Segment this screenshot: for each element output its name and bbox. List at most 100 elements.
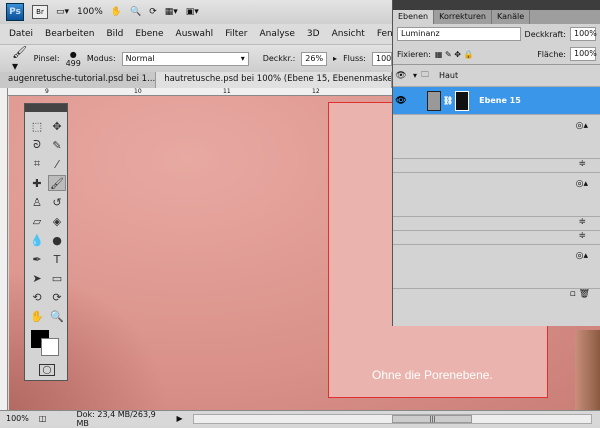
chevron-down-icon: ▾ — [240, 53, 245, 63]
horizontal-ruler: 9 10 11 12 — [8, 88, 392, 96]
visibility-eye-icon[interactable]: 👁 — [393, 96, 409, 106]
ruler-tick: 10 — [134, 88, 142, 95]
3d-rotate-tool-icon[interactable]: ⟲ — [28, 289, 46, 305]
layer-mask-thumbnail[interactable] — [455, 90, 470, 111]
opacity-input[interactable]: 26% — [301, 51, 328, 66]
layer-style-icon[interactable]: ◎▴ — [576, 251, 588, 261]
panel-footer: ▫ 🗑 — [393, 289, 600, 299]
dodge-tool-icon[interactable]: ● — [48, 232, 66, 248]
mode-label: Modus: — [86, 54, 116, 63]
menu-bearbeiten[interactable]: Bearbeiten — [45, 29, 94, 39]
background-color-swatch[interactable] — [41, 338, 59, 356]
zoom-level-dropdown[interactable]: 100% — [77, 7, 103, 17]
fill-input[interactable]: 100% — [570, 47, 597, 61]
tab-augenretusche[interactable]: augenretusche-tutorial.psd bei 1... × — [0, 72, 157, 88]
menu-bild[interactable]: Bild — [106, 29, 123, 39]
screen-layout-icon[interactable]: ▭▾ — [56, 7, 69, 17]
pen-tool-icon[interactable]: ✒ — [28, 251, 46, 267]
status-menu-arrow[interactable]: ▶ — [176, 414, 182, 423]
layer-ebene-15[interactable]: 👁 ⛓ Ebene 15 — [393, 87, 600, 115]
menu-filter[interactable]: Filter — [225, 29, 247, 39]
ruler-tick: 11 — [223, 88, 231, 95]
arrange-documents-icon[interactable]: ▦▾ — [165, 7, 178, 17]
menu-auswahl[interactable]: Auswahl — [176, 29, 214, 39]
quick-mask-icon[interactable]: ◯ — [39, 364, 55, 376]
menu-3d[interactable]: 3D — [307, 29, 320, 39]
link-icon[interactable]: ⛓ — [443, 96, 453, 105]
layer-row[interactable]: ◎▴ — [393, 173, 600, 217]
tab-kanaele[interactable]: Kanäle — [492, 10, 531, 24]
zoom-tool-icon[interactable]: 🔍 — [130, 7, 141, 17]
ruler-tick: 9 — [45, 88, 49, 95]
hand-tool-icon[interactable]: ✋ — [111, 7, 122, 17]
paint-bucket-tool-icon[interactable]: ◈ — [48, 213, 66, 229]
layer-group-haut[interactable]: 👁 ▾ 🗀 Haut — [393, 65, 600, 87]
clone-stamp-tool-icon[interactable]: ♙ — [28, 194, 46, 210]
status-icon[interactable]: ◫ — [39, 414, 47, 423]
bridge-button[interactable]: Br — [32, 5, 48, 19]
healing-brush-tool-icon[interactable]: ✚ — [28, 175, 46, 191]
menu-analyse[interactable]: Analyse — [259, 29, 294, 39]
document-tabs: augenretusche-tutorial.psd bei 1... × ha… — [0, 72, 392, 88]
adjustment-layer-row[interactable]: ≑ — [393, 231, 600, 245]
rotate-view-icon[interactable]: ⟳ — [149, 7, 157, 17]
quick-selection-tool-icon[interactable]: ✎ — [48, 137, 66, 153]
opacity-slider-button[interactable]: ▸ — [333, 54, 337, 63]
visibility-eye-icon[interactable]: 👁 — [393, 71, 409, 81]
adjustment-layer-row[interactable]: ≑ — [393, 159, 600, 173]
eyedropper-tool-icon[interactable]: ⁄ — [48, 156, 66, 172]
flow-label: Fluss: — [343, 54, 366, 63]
menu-datei[interactable]: Datei — [9, 29, 33, 39]
lock-icons[interactable]: ▦ ✎ ✥ 🔒 — [435, 50, 474, 59]
layer-style-icon[interactable]: ◎▴ — [576, 121, 588, 131]
mode-select[interactable]: Normal ▾ — [121, 51, 249, 66]
lasso-tool-icon[interactable]: ᘐ — [28, 137, 46, 153]
shape-tool-icon[interactable]: ▭ — [48, 270, 66, 286]
path-selection-tool-icon[interactable]: ➤ — [28, 270, 46, 286]
flow-input[interactable]: 100 — [372, 51, 392, 66]
crop-tool-icon[interactable]: ⌗ — [28, 156, 46, 172]
new-layer-icon[interactable]: ▫ — [570, 289, 576, 299]
opacity-label: Deckkraft: — [524, 29, 566, 39]
menu-ebene[interactable]: Ebene — [135, 29, 163, 39]
eraser-tool-icon[interactable]: ▱ — [28, 213, 46, 229]
lock-label: Fixieren: — [397, 49, 431, 59]
layer-opacity-input[interactable]: 100% — [570, 27, 597, 41]
brush-picker[interactable]: ● 499 — [66, 50, 81, 68]
options-bar: 🖌▾ Pinsel: ● 499 Modus: Normal ▾ Deckkr.: … — [0, 44, 392, 73]
folder-icon: 🗀 — [421, 69, 430, 79]
blend-mode-select[interactable]: Luminanz — [397, 27, 521, 41]
tab-korrekturen[interactable]: Korrekturen — [434, 10, 492, 24]
scrollbar-thumb[interactable]: ||| — [392, 414, 473, 423]
document-size: Dok: 23,4 MB/263,9 MB — [76, 409, 156, 428]
panel-header[interactable] — [393, 0, 600, 10]
blur-tool-icon[interactable]: 💧 — [28, 232, 46, 248]
screen-mode-icon[interactable]: ▣▾ — [186, 7, 199, 17]
history-brush-tool-icon[interactable]: ↺ — [48, 194, 66, 210]
expand-triangle-icon[interactable]: ▾ — [413, 71, 417, 80]
zoom-tool-icon[interactable]: 🔍 — [48, 308, 66, 324]
layer-row[interactable]: ◎▴ — [393, 115, 600, 159]
layer-name: Haut — [439, 71, 459, 80]
vertical-ruler — [0, 88, 8, 410]
type-tool-icon[interactable]: T — [48, 251, 66, 267]
3d-orbit-tool-icon[interactable]: ⟳ — [48, 289, 66, 305]
toolbox-header[interactable] — [25, 104, 67, 112]
adjustment-icon: ≑ — [578, 217, 586, 227]
hand-tool-icon[interactable]: ✋ — [28, 308, 46, 324]
tab-hautretusche[interactable]: hautretusche.psd bei 100% (Ebene 15, Ebe… — [156, 72, 392, 88]
brush-preset-icon[interactable]: 🖌▾ — [12, 45, 28, 73]
tab-label: hautretusche.psd bei 100% (Ebene 15, Ebe… — [164, 74, 392, 84]
delete-layer-icon[interactable]: 🗑 — [579, 289, 590, 299]
zoom-level[interactable]: 100% — [6, 414, 29, 423]
tab-ebenen[interactable]: Ebenen — [393, 10, 435, 24]
layer-name: Ebene 15 — [479, 96, 521, 105]
brush-tool-icon[interactable]: 🖌 — [48, 175, 66, 191]
marquee-tool-icon[interactable]: ⬚ — [28, 118, 46, 134]
adjustment-layer-row[interactable]: ≑ — [393, 217, 600, 231]
move-tool-icon[interactable]: ✥ — [48, 118, 66, 134]
layer-row[interactable]: ◎▴ — [393, 245, 600, 289]
menu-ansicht[interactable]: Ansicht — [332, 29, 365, 39]
horizontal-scrollbar[interactable]: ||| — [192, 413, 592, 424]
layer-style-icon[interactable]: ◎▴ — [576, 179, 588, 189]
